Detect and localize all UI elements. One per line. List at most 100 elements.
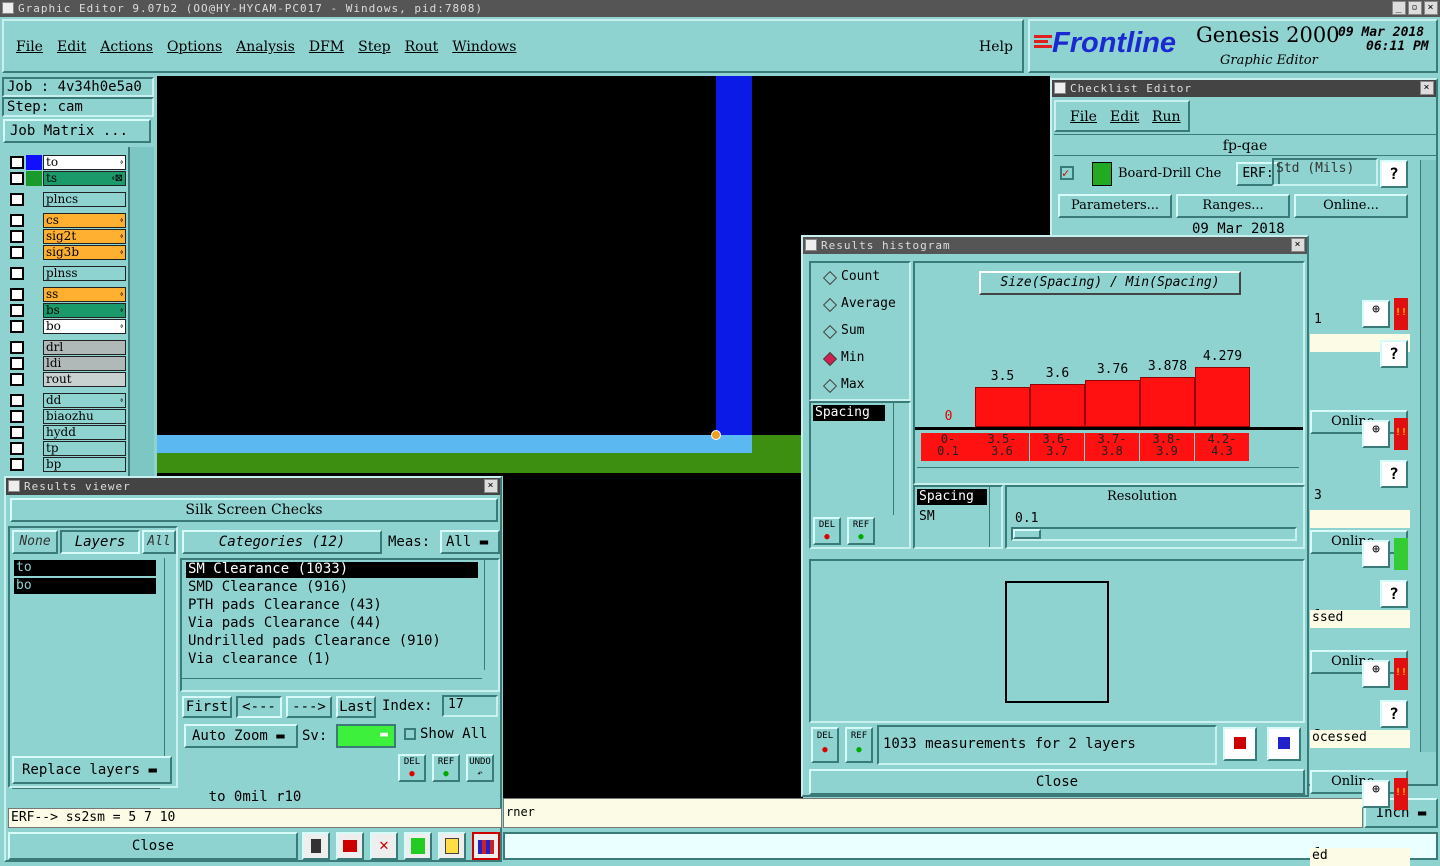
layer-row[interactable]: ldi [8, 356, 126, 371]
help-icon[interactable]: ? [1380, 340, 1408, 368]
menu-edit[interactable]: Edit [57, 39, 86, 55]
zoom-icon[interactable]: ⊕ [1362, 660, 1390, 688]
layer-checkbox[interactable] [10, 172, 24, 185]
close-icon[interactable]: × [1424, 1, 1438, 15]
layer-row[interactable]: dd ⬫ [8, 393, 126, 408]
list-item[interactable]: bo [14, 578, 156, 594]
sv-color-select[interactable]: ▬ [336, 724, 396, 748]
layer-name[interactable]: hydd [43, 425, 126, 440]
layer-name[interactable]: ss ⬫ [43, 287, 126, 302]
layer-name[interactable]: ldi [43, 356, 126, 371]
layer-row[interactable]: sig3b ⬫ [8, 245, 126, 260]
layer-row[interactable]: rout [8, 372, 126, 387]
histogram-bar[interactable] [1195, 367, 1250, 427]
menu-actions[interactable]: Actions [100, 39, 153, 55]
option-radio[interactable] [822, 297, 838, 313]
layer-row[interactable]: plnss [8, 266, 126, 281]
erf-value[interactable]: Std (Mils) [1272, 158, 1378, 186]
chart-hscrollbar[interactable] [917, 467, 1299, 479]
meas-select[interactable]: All ▬ [440, 530, 500, 554]
layer-checkbox[interactable] [10, 246, 24, 259]
command-line[interactable] [503, 832, 1438, 860]
del-button[interactable]: DEL ● [811, 727, 839, 763]
layer-row[interactable]: bs ⬫ [8, 303, 126, 318]
category-item[interactable]: SMD Clearance (916) [186, 580, 478, 596]
categories-hscrollbar[interactable] [182, 678, 482, 688]
layer-row[interactable]: hydd [8, 425, 126, 440]
list-item[interactable]: SM [919, 509, 935, 524]
layer-name[interactable]: drl [43, 340, 126, 355]
job-matrix-button[interactable]: Job Matrix ... [3, 119, 151, 143]
layer-name[interactable]: sig3b ⬫ [43, 245, 126, 260]
layer-row[interactable]: sig2t ⬫ [8, 229, 126, 244]
category-item[interactable]: SM Clearance (1033) [186, 562, 478, 578]
last-button[interactable]: Last [336, 696, 376, 718]
menu-options[interactable]: Options [167, 39, 222, 55]
layer-name[interactable]: biaozhu [43, 409, 126, 424]
del-button[interactable]: DEL ● [398, 754, 426, 782]
report-icon[interactable] [438, 832, 466, 860]
replace-layers-select[interactable]: Replace layers ▬ [12, 756, 172, 784]
list-item[interactable]: to [14, 560, 156, 576]
layers-button[interactable]: Layers [60, 530, 140, 554]
layer-checkbox[interactable] [10, 394, 24, 407]
layer-checkbox[interactable] [10, 458, 24, 471]
parameters-button[interactable]: Parameters... [1058, 194, 1172, 218]
auto-zoom-select[interactable]: Auto Zoom ▬ [184, 724, 298, 748]
help-icon[interactable]: ? [1380, 580, 1408, 608]
categories-scrollbar[interactable] [484, 560, 496, 670]
layer-name[interactable]: ts ⬫⊠ [43, 171, 126, 186]
close-button[interactable]: Close [8, 832, 298, 860]
layer-row[interactable]: plncs [8, 192, 126, 207]
category-item[interactable]: Via pads Clearance (44) [186, 616, 478, 632]
layer-name[interactable]: bp [43, 457, 126, 472]
option-label[interactable]: Average [841, 296, 896, 311]
first-button[interactable]: First [182, 696, 232, 718]
layer-name[interactable]: bs ⬫ [43, 303, 126, 318]
menu-dfm[interactable]: DFM [309, 39, 344, 55]
option-label[interactable]: Sum [841, 323, 864, 338]
layer-checkbox[interactable] [10, 357, 24, 370]
ref-button[interactable]: REF ● [432, 754, 460, 782]
ref-delete-icon[interactable]: ✕ [370, 832, 398, 860]
layer-name[interactable]: rout [43, 372, 126, 387]
ranges-button[interactable]: Ranges... [1176, 194, 1290, 218]
resolution-slider[interactable] [1011, 527, 1297, 541]
layer-name[interactable]: cs ⬫ [43, 213, 126, 228]
category-item[interactable]: PTH pads Clearance (43) [186, 598, 478, 614]
layer-name[interactable]: tp [43, 441, 126, 456]
del-button[interactable]: DEL ● [813, 517, 841, 545]
option-radio[interactable] [822, 324, 838, 340]
categories-button[interactable]: Categories (12) [182, 530, 382, 554]
layer-name[interactable]: bo ⬫ [43, 319, 126, 334]
layer-checkbox[interactable] [10, 320, 24, 333]
layer-checkbox[interactable] [10, 410, 24, 423]
histogram-close-button[interactable]: Close [809, 769, 1305, 795]
ref-button[interactable]: REF ● [845, 727, 873, 763]
index-input[interactable]: 17 [442, 695, 498, 717]
histogram-bar[interactable] [1140, 377, 1195, 427]
layer-color-swatch[interactable] [26, 155, 42, 170]
menu-rout[interactable]: Rout [405, 39, 439, 55]
action-checkbox[interactable]: ✓ [1060, 166, 1074, 180]
layer-row[interactable]: ts ⬫⊠ [8, 171, 126, 186]
all-button[interactable]: All [142, 530, 176, 554]
option-label[interactable]: Max [841, 377, 864, 392]
layer-checkbox[interactable] [10, 288, 24, 301]
histogram-bar[interactable] [1030, 384, 1085, 427]
layer-checkbox[interactable] [10, 267, 24, 280]
layer-icon[interactable] [302, 832, 330, 860]
checklist-scrollbar[interactable] [1420, 160, 1436, 752]
none-button[interactable]: None [12, 530, 58, 554]
layer-row[interactable]: to ⬫ [8, 155, 126, 170]
menu-analysis[interactable]: Analysis [236, 39, 295, 55]
checklist-menu-edit[interactable]: Edit [1110, 109, 1139, 125]
layer-row[interactable]: drl [8, 340, 126, 355]
layer-checkbox[interactable] [10, 442, 24, 455]
layer-row[interactable]: ss ⬫ [8, 287, 126, 302]
option-radio[interactable] [822, 351, 838, 367]
undo-button[interactable]: UNDO ↶ [466, 754, 494, 782]
layers-scrollbar[interactable] [164, 558, 176, 784]
layer-name[interactable]: plncs [43, 192, 126, 207]
export-icon[interactable] [1223, 727, 1257, 761]
